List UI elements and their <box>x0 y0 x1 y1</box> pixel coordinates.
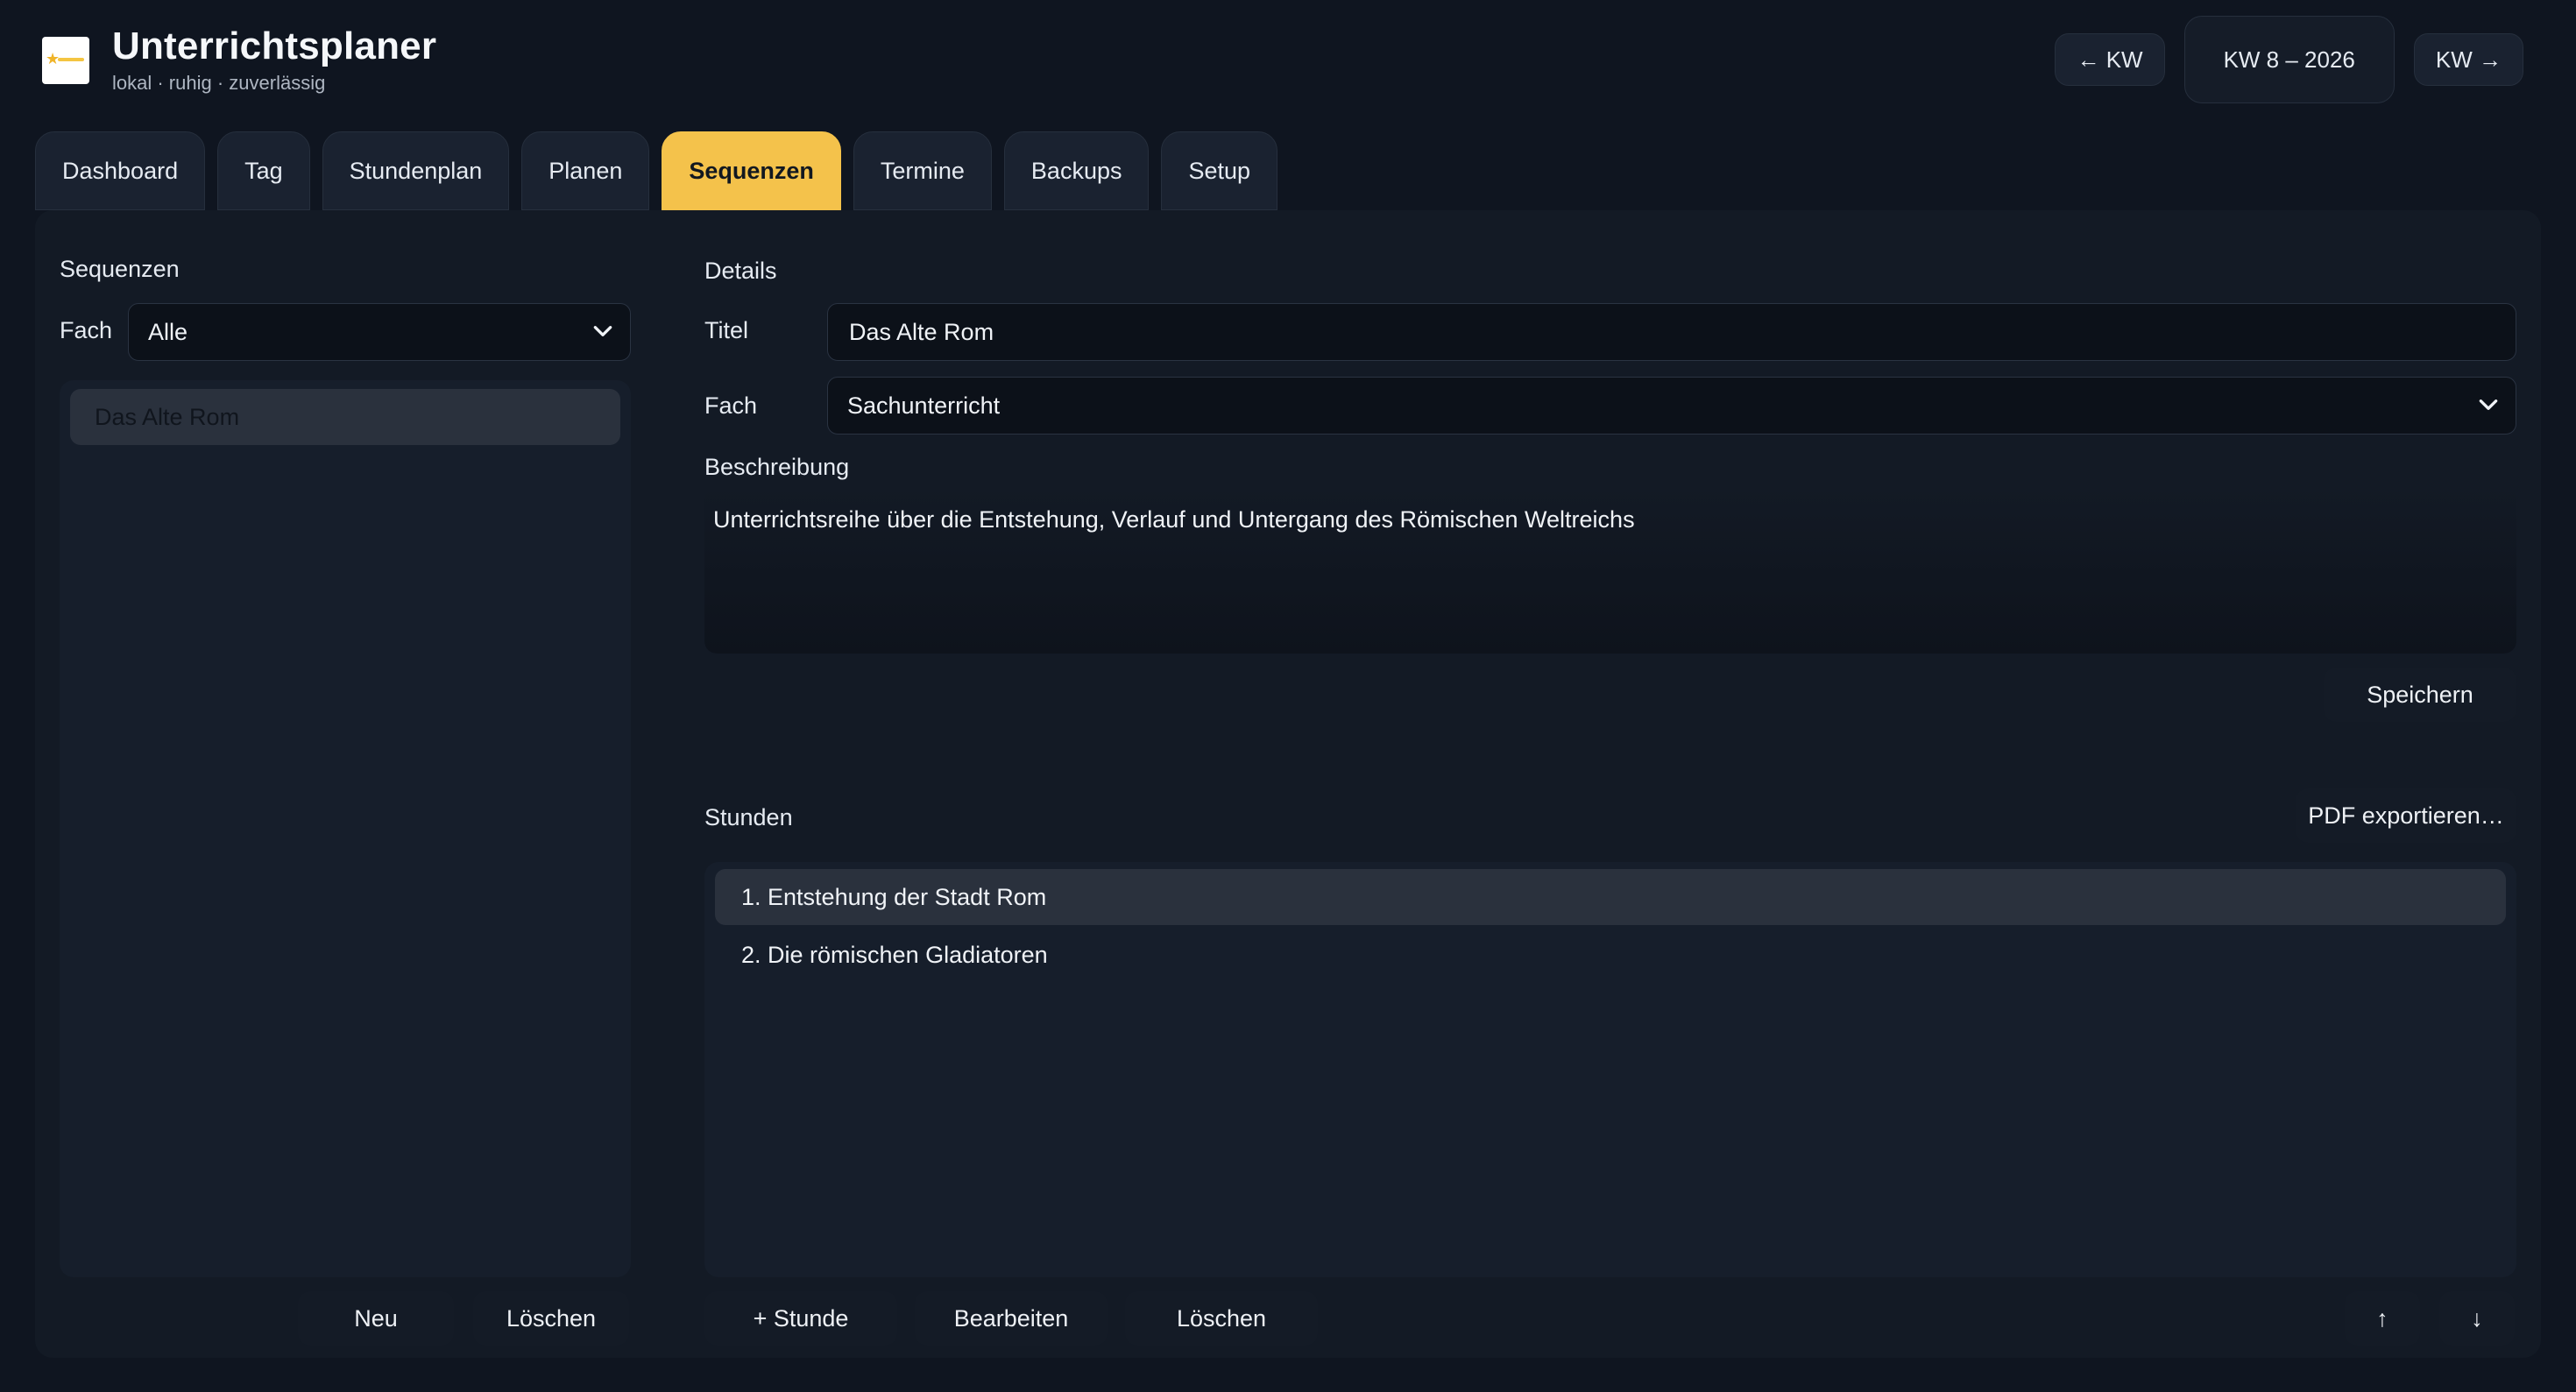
details-heading: Details <box>704 258 777 284</box>
edit-lesson-button[interactable]: Bearbeiten <box>915 1291 1108 1346</box>
move-up-button[interactable]: ↑ <box>2345 1291 2420 1346</box>
add-lesson-button[interactable]: + Stunde <box>704 1291 897 1346</box>
lessons-list: 1. Entstehung der Stadt Rom 2. Die römis… <box>704 862 2516 1277</box>
next-week-button[interactable]: KW → <box>2413 33 2523 86</box>
tab-tag[interactable]: Tag <box>217 131 310 210</box>
app-subtitle: lokal · ruhig · zuverlässig <box>112 72 326 94</box>
chevron-down-icon <box>593 326 612 336</box>
sequence-filter-label: Fach <box>60 317 113 343</box>
delete-sequence-button[interactable]: Löschen <box>473 1291 629 1346</box>
pdf-export-button[interactable]: PDF exportieren… <box>2296 788 2516 843</box>
lesson-row[interactable]: 1. Entstehung der Stadt Rom <box>715 869 2506 925</box>
tab-backups[interactable]: Backups <box>1003 131 1150 210</box>
tab-dashboard[interactable]: Dashboard <box>35 131 206 210</box>
previous-week-button[interactable]: ← KW <box>2055 33 2165 86</box>
description-textarea[interactable]: Unterrichtsreihe über die Entstehung, Ve… <box>704 487 2516 654</box>
tab-termine[interactable]: Termine <box>853 131 992 210</box>
title-input-value: Das Alte Rom <box>849 318 994 345</box>
subject-select-value: Sachunterricht <box>847 392 1001 419</box>
sequences-heading: Sequenzen <box>60 256 180 282</box>
tab-sequenzen[interactable]: Sequenzen <box>662 131 841 210</box>
lessons-heading: Stunden <box>704 804 793 830</box>
tab-setup[interactable]: Setup <box>1161 131 1278 210</box>
logo-bar <box>58 58 84 61</box>
sequence-filter-select[interactable]: Alle <box>128 303 631 361</box>
tab-stundenplan[interactable]: Stundenplan <box>322 131 510 210</box>
app-logo: ★ <box>42 37 89 84</box>
title-input[interactable]: Das Alte Rom <box>827 303 2516 361</box>
sequence-filter-value: Alle <box>148 318 188 345</box>
chevron-down-icon <box>2479 399 2498 410</box>
move-down-button[interactable]: ↓ <box>2439 1291 2515 1346</box>
save-button[interactable]: Speichern <box>2324 668 2516 722</box>
new-sequence-button[interactable]: Neu <box>298 1291 454 1346</box>
app-header: ★ Unterrichtsplaner lokal · ruhig · zuve… <box>35 23 438 103</box>
lesson-row[interactable]: 2. Die römischen Gladiatoren <box>715 927 2506 983</box>
subject-select[interactable]: Sachunterricht <box>827 377 2516 435</box>
description-label: Beschreibung <box>704 454 850 480</box>
list-item[interactable]: Das Alte Rom <box>70 389 620 445</box>
current-week-display[interactable]: KW 8 – 2026 <box>2183 16 2395 103</box>
title-label: Titel <box>704 317 749 343</box>
main-tabs: Dashboard Tag Stundenplan Planen Sequenz… <box>35 131 1278 210</box>
subject-label: Fach <box>704 392 758 419</box>
app-title: Unterrichtsplaner <box>112 25 437 67</box>
delete-lesson-button[interactable]: Löschen <box>1125 1291 1318 1346</box>
tab-planen[interactable]: Planen <box>521 131 650 210</box>
week-navigation: ← KW KW 8 – 2026 KW → <box>2055 16 2523 103</box>
sequence-list: Das Alte Rom <box>60 380 631 1277</box>
